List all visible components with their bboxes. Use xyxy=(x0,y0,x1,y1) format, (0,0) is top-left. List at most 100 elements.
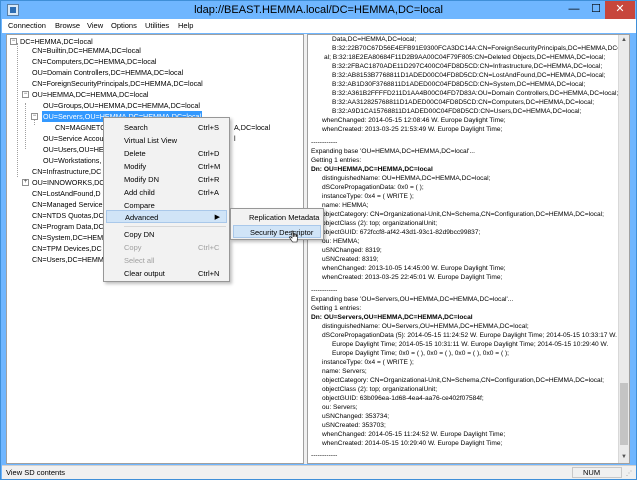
maximize-button[interactable]: ☐ xyxy=(585,1,607,19)
log-attr: whenChanged: 2014-05-15 11:24:52 W. Euro… xyxy=(322,431,506,438)
tree-item[interactable]: CN=Computers,DC=HEMMA,DC=local xyxy=(32,56,156,67)
log-attr: name: Servers; xyxy=(322,368,367,375)
expand-icon[interactable]: + xyxy=(22,179,29,186)
tree-item-label: OU=INNOWORKS,DC xyxy=(32,178,105,187)
menu-view[interactable]: View xyxy=(87,21,103,30)
window-title: ldap://BEAST.HEMMA.local/DC=HEMMA,DC=loc… xyxy=(194,4,443,16)
tree-item-label: OU=HEMMA,DC=HEMMA,DC=local xyxy=(32,90,149,99)
scroll-up-icon[interactable]: ▲ xyxy=(619,35,629,46)
log-attr: Europe Daylight Time; 2014-05-15 10:31:1… xyxy=(332,341,609,348)
log-line: al; B:32:18E2EA80684F11D2B9AA00C04F79F80… xyxy=(324,54,606,61)
log-attr: objectCategory: CN=Organizational-Unit,C… xyxy=(322,377,604,384)
mouse-cursor-icon xyxy=(289,230,298,243)
log-attr: ou: Servers; xyxy=(322,404,358,411)
log-line: Getting 1 entries: xyxy=(311,157,362,164)
scroll-thumb[interactable] xyxy=(620,383,628,445)
tree-item[interactable]: OU=Users,OU=HEM xyxy=(43,144,110,155)
tree-item[interactable]: OU=Workstations, xyxy=(43,155,101,166)
tree-item[interactable]: CN=LostAndFound,D xyxy=(32,188,101,199)
log-attr: uSNCreated: 353703; xyxy=(322,422,386,429)
menu-modify-dn[interactable]: Modify DN Ctrl+R xyxy=(106,173,227,186)
minimize-button[interactable]: — xyxy=(563,1,585,19)
log-line: B:32:A9D1CA15768811D1ADED00C04FD8D5CD:CN… xyxy=(332,108,582,115)
log-line: Data,DC=HEMMA,DC=local; xyxy=(332,36,417,43)
tree-item[interactable]: CN=Program Data,DC xyxy=(32,221,104,232)
tree-item-fragment: A,DC=local xyxy=(234,123,271,132)
tree-item[interactable]: CN=NTDS Quotas,DC xyxy=(32,210,104,221)
menu-copy[interactable]: Copy Ctrl+C xyxy=(106,241,227,254)
tree-item[interactable]: CN=Managed Service xyxy=(32,199,103,210)
collapse-icon[interactable]: − xyxy=(22,91,29,98)
menu-utilities[interactable]: Utilities xyxy=(145,21,169,30)
log-attr: Europe Daylight Time; 0x0 = ( ), 0x0 = (… xyxy=(332,350,510,357)
tree-item[interactable]: CN=ForeignSecurityPrincipals,DC=HEMMA,DC… xyxy=(32,78,203,89)
log-separator: ------------ xyxy=(311,139,338,146)
menu-replication-metadata[interactable]: Replication Metadata xyxy=(233,211,321,224)
close-button[interactable]: ✕ xyxy=(605,1,635,19)
log-dn: Dn: OU=Servers,OU=HEMMA,DC=HEMMA,DC=loca… xyxy=(311,314,473,321)
menu-delete[interactable]: Delete Ctrl+D xyxy=(106,147,227,160)
log-line: Getting 1 entries: xyxy=(311,305,362,312)
menu-copy-dn[interactable]: Copy DN xyxy=(106,228,227,241)
menu-search[interactable]: Search Ctrl+S xyxy=(106,121,227,134)
menu-browse[interactable]: Browse xyxy=(55,21,80,30)
log-attr: whenChanged: 2013-10-05 14:45:00 W. Euro… xyxy=(322,265,506,272)
log-attr: objectGUID: 672fccf8-af42-43d1-93c1-82d9… xyxy=(322,229,481,236)
tree-item[interactable]: CN=Infrastructure,DC xyxy=(32,166,101,177)
log-attr: whenCreated: 2013-03-25 22:45:01 W. Euro… xyxy=(322,274,503,281)
submenu-arrow-icon: ▶ xyxy=(214,214,220,221)
log-attr: distinguishedName: OU=HEMMA,DC=HEMMA,DC=… xyxy=(322,175,491,182)
log-line: B:32:AA312825768811D1ADED00C04FD8D5CD:CN… xyxy=(332,99,595,106)
tree-item[interactable]: OU=Service Accou xyxy=(43,133,104,144)
scroll-down-icon[interactable]: ▼ xyxy=(619,452,629,463)
log-attr: instanceType: 0x4 = ( WRITE ); xyxy=(322,193,414,200)
output-pane[interactable]: Data,DC=HEMMA,DC=local; B:32:22B70C67D56… xyxy=(307,34,630,464)
tree-item[interactable]: CN=MAGNETO xyxy=(55,122,106,133)
log-attr: ou: HEMMA; xyxy=(322,238,360,245)
menu-connection[interactable]: Connection xyxy=(8,21,46,30)
tree-item[interactable]: OU=Domain Controllers,DC=HEMMA,DC=local xyxy=(32,67,183,78)
tree-item[interactable]: CN=TPM Devices,DC xyxy=(32,243,102,254)
log-line: B:32:AB8153B7768811D1ADED00C04FD8D5CD:CN… xyxy=(332,72,606,79)
menu-select-all[interactable]: Select all xyxy=(106,254,227,267)
log-line: B:32:A361B2FFFFD211D1AA4B00C04FD7D83A:OU… xyxy=(332,90,619,97)
log-attr: whenCreated: 2014-05-15 10:29:40 W. Euro… xyxy=(322,440,503,447)
tree-item[interactable]: OU=Groups,OU=HEMMA,DC=HEMMA,DC=local xyxy=(43,100,200,111)
log-line: B:32:22B70C67D56E4EFB91E9300FCA3DC14A:CN… xyxy=(332,45,630,52)
log-attr: dSCorePropagationData (5): 2014-05-15 11… xyxy=(322,332,617,339)
log-separator: ------------ xyxy=(311,452,338,459)
menu-security-descriptor[interactable]: Security Descriptor xyxy=(233,225,321,238)
status-bar: View SD contents NUM ⋰ xyxy=(2,465,636,479)
log-line: whenCreated: 2013-03-25 21:53:49 W. Euro… xyxy=(322,126,503,133)
log-attr: name: HEMMA; xyxy=(322,202,369,209)
tree-item[interactable]: CN=System,DC=HEM xyxy=(32,232,103,243)
vertical-scrollbar[interactable]: ▲ ▼ xyxy=(618,35,629,463)
log-attr: uSNChanged: 353734; xyxy=(322,413,390,420)
collapse-icon[interactable]: − xyxy=(31,113,38,120)
advanced-submenu: Replication Metadata Security Descriptor xyxy=(230,208,324,240)
menu-modify[interactable]: Modify Ctrl+M xyxy=(106,160,227,173)
menu-clear-output[interactable]: Clear output Ctrl+N xyxy=(106,267,227,280)
menu-options[interactable]: Options xyxy=(111,21,137,30)
menu-help[interactable]: Help xyxy=(178,21,193,30)
menu-advanced[interactable]: Advanced ▶ xyxy=(106,210,227,223)
resize-grip-icon[interactable]: ⋰ xyxy=(626,470,634,478)
log-attr: objectClass (2): top; organizationalUnit… xyxy=(322,220,438,227)
num-lock-indicator: NUM xyxy=(572,467,622,478)
tree-item[interactable]: CN=Users,DC=HEMM xyxy=(32,254,104,265)
menu-virtual-list-view[interactable]: Virtual List View xyxy=(106,134,227,147)
log-attr: distinguishedName: OU=Servers,OU=HEMMA,D… xyxy=(322,323,529,330)
log-attr: uSNCreated: 8319; xyxy=(322,256,379,263)
log-line: whenChanged: 2014-05-15 12:08:46 W. Euro… xyxy=(322,117,506,124)
tree-item[interactable]: CN=Builtin,DC=HEMMA,DC=local xyxy=(32,45,141,56)
log-attr: objectClass (2): top; organizationalUnit… xyxy=(322,386,438,393)
menu-add-child[interactable]: Add child Ctrl+A xyxy=(106,186,227,199)
log-attr: dSCorePropagationData: 0x0 = ( ); xyxy=(322,184,424,191)
tree-item-hemma[interactable]: − OU=HEMMA,DC=HEMMA,DC=local xyxy=(22,89,222,100)
menu-bar: Connection Browse View Options Utilities… xyxy=(2,19,636,33)
title-bar[interactable]: ldap://BEAST.HEMMA.local/DC=HEMMA,DC=loc… xyxy=(1,1,636,19)
log-dn: Dn: OU=HEMMA,DC=HEMMA,DC=local xyxy=(311,166,433,173)
context-menu: Search Ctrl+S Virtual List View Delete Ctr… xyxy=(103,117,230,282)
log-line: Expanding base 'OU=Servers,OU=HEMMA,DC=H… xyxy=(311,296,514,303)
collapse-icon[interactable]: − xyxy=(10,38,17,45)
